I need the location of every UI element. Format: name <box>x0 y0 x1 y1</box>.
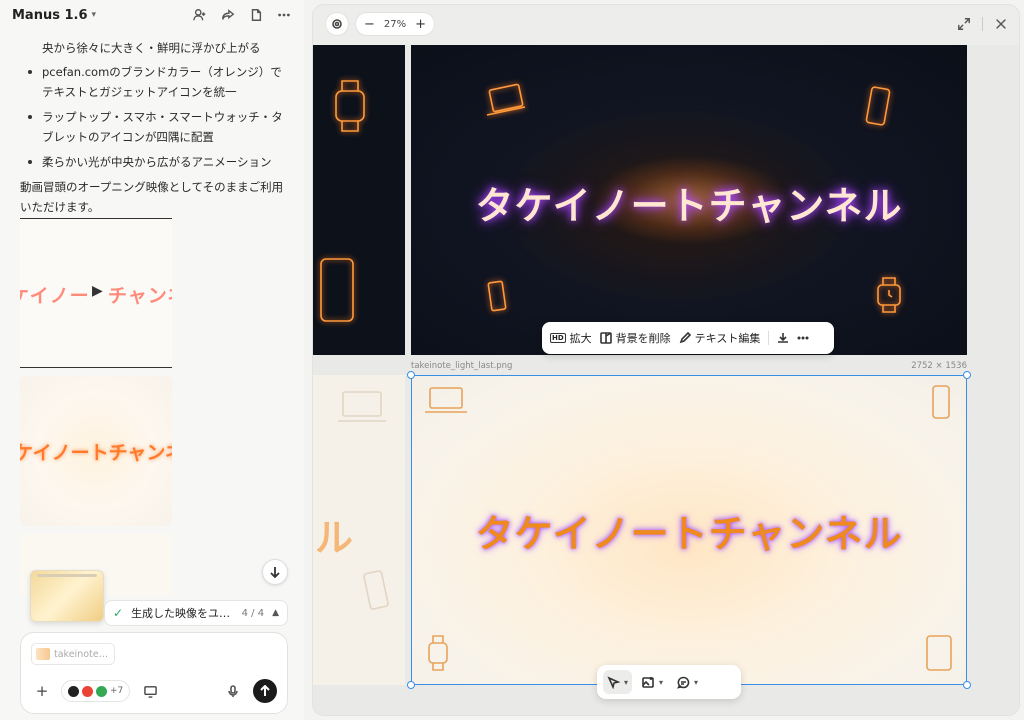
thumb-text: ケイノートチャンネ <box>20 442 172 464</box>
message-closing: 動画冒頭のオープニング映像としてそのままご利用いただけます。 <box>20 180 284 214</box>
dark-title-text: タケイノートチャンネル <box>475 184 903 228</box>
attachment-name: takeinote… <box>54 648 109 660</box>
scroll-down-button[interactable] <box>262 559 288 585</box>
app-root: Manus 1.6 ▾ 央から徐々に大きく・鮮明に浮かび上がる pcefan.c… <box>0 0 1024 720</box>
video-thumbnail[interactable]: ケイノー ▶ チャンネ <box>20 218 172 368</box>
microphone-icon[interactable] <box>223 681 243 701</box>
light-title-text: タケイノートチャンネル <box>475 512 903 556</box>
gmail-icon <box>82 685 93 697</box>
add-user-icon[interactable] <box>192 7 208 23</box>
phone-icon <box>361 569 391 615</box>
image-edit-tool-button[interactable]: ▾ <box>638 670 667 694</box>
canvas-tools: ▾ ▾ ▾ <box>597 665 741 699</box>
file-name: takeinote_light_last.png <box>411 361 513 371</box>
phone-icon <box>929 383 953 425</box>
close-icon[interactable] <box>993 16 1009 32</box>
hd-icon: HD <box>550 333 566 343</box>
image-viewer: − 27% + タケイノートチャンネル HD 拡大 背景を削除 テキスト編集 t… <box>312 4 1020 716</box>
laptop-icon <box>423 385 469 421</box>
plus-icon[interactable]: + <box>31 680 53 702</box>
tablet-icon <box>923 633 955 677</box>
upscale-button[interactable]: HD 拡大 <box>550 330 592 346</box>
download-button[interactable] <box>777 332 789 344</box>
list-item: 柔らかい光が中央から広がるアニメーション <box>20 152 290 172</box>
document-icon[interactable] <box>248 7 264 23</box>
chevron-down-icon: ▾ <box>91 10 97 20</box>
more-options-button[interactable] <box>797 332 809 344</box>
select-tool-button[interactable]: ▾ <box>603 670 633 694</box>
image-edit-icon <box>642 676 654 688</box>
laptop-icon <box>335 389 389 429</box>
download-icon <box>778 333 789 343</box>
target-icon <box>332 19 342 29</box>
light-image[interactable]: タケイノートチャンネル <box>411 375 967 685</box>
check-icon: ✓ <box>113 606 124 620</box>
play-icon[interactable]: ▶ <box>92 283 103 299</box>
chat-header: Manus 1.6 ▾ <box>0 0 304 30</box>
arrow-up-icon <box>260 685 270 696</box>
list-item: pcefan.comのブランドカラー（オレンジ）でテキストとガジェットアイコンを… <box>20 62 290 102</box>
model-name: Manus 1.6 <box>12 7 88 23</box>
thumb-text-left: ケイノー <box>20 285 90 307</box>
cursor-icon <box>607 675 620 689</box>
task-preview-image[interactable] <box>30 570 104 622</box>
arrow-down-icon <box>270 567 280 578</box>
comment-icon <box>677 676 690 689</box>
monitor-icon[interactable] <box>140 681 160 701</box>
connectors-button[interactable]: +7 <box>61 680 131 702</box>
message-line: 央から徐々に大きく・鮮明に浮かび上がる <box>42 41 261 55</box>
thumb-text-right: チャンネ <box>108 285 172 307</box>
send-button[interactable] <box>253 679 277 703</box>
edit-text-label: テキスト編集 <box>694 332 761 345</box>
message-composer[interactable]: takeinote… + +7 <box>20 632 288 714</box>
dark-image-partial[interactable] <box>313 45 405 355</box>
model-selector[interactable]: Manus 1.6 ▾ <box>12 8 96 23</box>
connector-more: +7 <box>110 686 124 696</box>
image-dimensions: 2752 × 1536 <box>911 361 967 371</box>
side-title-text: ル <box>315 516 354 560</box>
comment-tool-button[interactable]: ▾ <box>673 670 702 694</box>
laptop-icon <box>483 83 529 127</box>
remove-bg-icon <box>599 332 612 344</box>
phone-icon <box>863 85 893 131</box>
smartwatch-icon <box>333 79 367 137</box>
task-label: 生成した映像をユ… <box>131 607 231 620</box>
zoom-level: 27% <box>383 18 407 30</box>
zoom-in-button[interactable]: + <box>415 17 426 32</box>
drive-icon <box>96 685 107 697</box>
chat-panel: Manus 1.6 ▾ 央から徐々に大きく・鮮明に浮かび上がる pcefan.c… <box>0 0 304 720</box>
smartwatch-icon <box>873 275 905 319</box>
upscale-label: 拡大 <box>569 332 592 345</box>
github-icon <box>68 685 79 697</box>
viewer-toolbar: − 27% + <box>313 5 1019 43</box>
dark-image[interactable]: タケイノートチャンネル <box>411 45 967 355</box>
zoom-out-button[interactable]: − <box>364 17 375 32</box>
smartwatch-icon <box>425 633 451 677</box>
expand-icon[interactable] <box>956 16 972 32</box>
zoom-control: − 27% + <box>355 12 435 36</box>
light-image-partial[interactable]: ル <box>313 375 405 685</box>
phone-icon <box>485 279 509 317</box>
share-icon[interactable] <box>220 7 236 23</box>
phone-icon <box>317 255 357 329</box>
image-actions-toolbar: HD 拡大 背景を削除 テキスト編集 <box>542 322 834 354</box>
image-icon <box>36 648 50 660</box>
list-item: ラップトップ・スマホ・スマートウォッチ・タブレットのアイコンが四隅に配置 <box>20 107 290 147</box>
assistant-message: 央から徐々に大きく・鮮明に浮かび上がる pcefan.comのブランドカラー（オ… <box>20 38 290 217</box>
task-progress-bar[interactable]: ✓ 生成した映像をユ… 4 / 4 ▲ <box>104 600 288 626</box>
settings-button[interactable] <box>325 12 349 36</box>
bullet-list: pcefan.comのブランドカラー（オレンジ）でテキストとガジェットアイコンを… <box>20 62 290 172</box>
attachment-chip[interactable]: takeinote… <box>31 643 115 665</box>
pencil-icon <box>679 332 691 344</box>
chevron-up-icon[interactable]: ▲ <box>272 608 279 618</box>
more-icon <box>797 336 809 340</box>
edit-text-button[interactable]: テキスト編集 <box>679 330 761 346</box>
remove-background-button[interactable]: 背景を削除 <box>599 330 671 346</box>
canvas[interactable]: タケイノートチャンネル HD 拡大 背景を削除 テキスト編集 takeinote_… <box>313 45 1019 715</box>
task-count: 4 / 4 <box>241 607 265 619</box>
remove-bg-label: 背景を削除 <box>615 332 671 345</box>
image-thumbnail[interactable]: ケイノートチャンネ <box>20 376 172 526</box>
more-icon[interactable] <box>276 7 292 23</box>
